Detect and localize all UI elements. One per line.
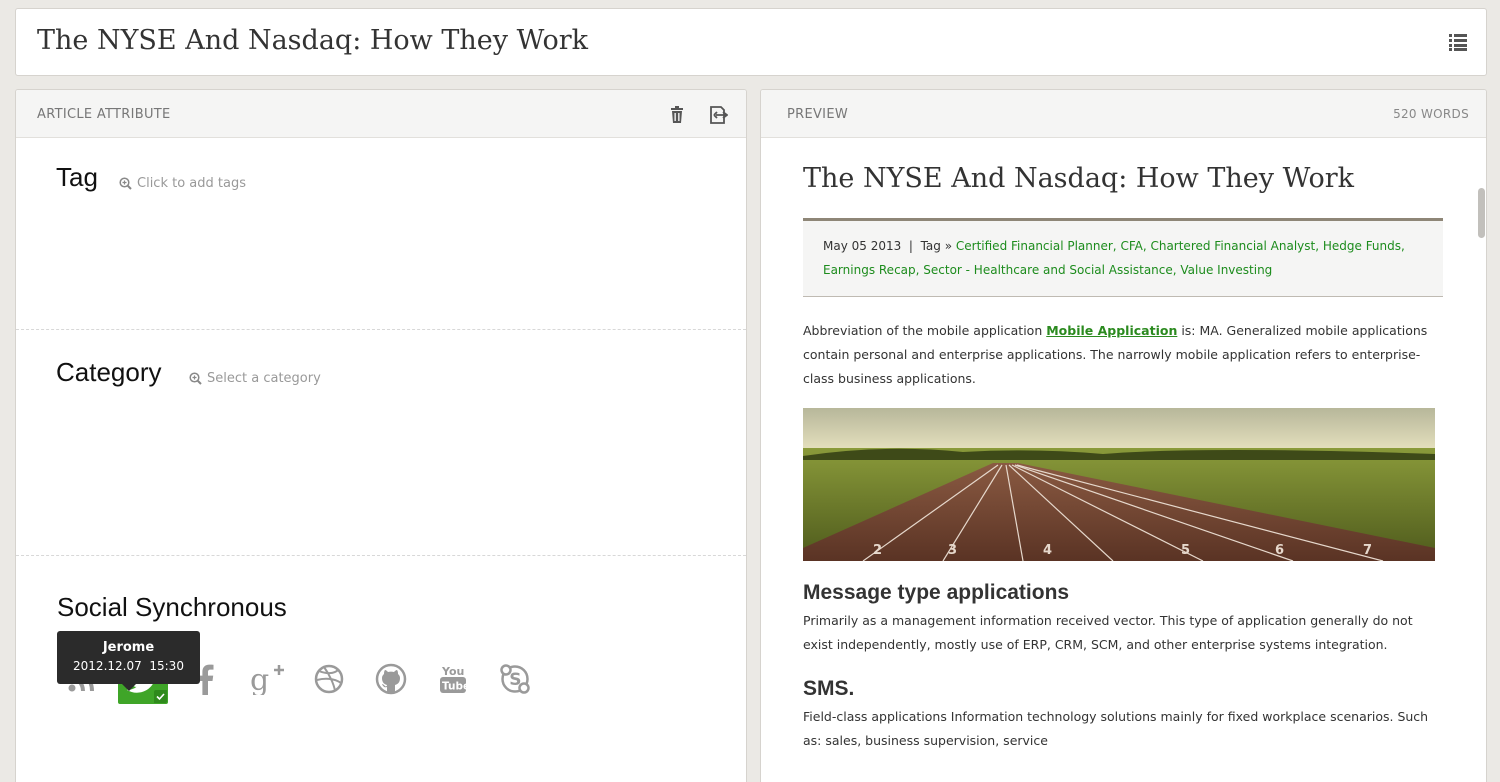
add-tags-link[interactable]: Click to add tags [119, 176, 246, 191]
tooltip-date: 2012.12.07 15:30 [73, 659, 184, 673]
tooltip-arrow [122, 684, 136, 691]
trash-icon[interactable] [667, 105, 687, 125]
intro-text-before: Abbreviation of the mobile application [803, 323, 1047, 338]
svg-text:7: 7 [1363, 543, 1372, 558]
export-icon[interactable] [708, 105, 728, 125]
svg-text:3: 3 [948, 543, 957, 558]
tooltip-user: Jerome [102, 640, 155, 655]
add-tags-label: Click to add tags [137, 176, 246, 191]
tag-section: Tag Click to add tags [16, 138, 746, 330]
svg-text:2: 2 [873, 543, 882, 558]
zoom-plus-icon [189, 372, 202, 385]
preview-panel: PREVIEW 520 WORDS The NYSE And Nasdaq: H… [760, 89, 1487, 782]
word-count: 520 WORDS [1393, 107, 1469, 121]
zoom-plus-icon [119, 177, 132, 190]
youtube-icon[interactable]: You Tube [428, 654, 478, 704]
article-title[interactable]: The NYSE And Nasdaq: How They Work [37, 25, 588, 56]
scrollbar-thumb[interactable] [1478, 188, 1485, 238]
svg-text:S: S [509, 670, 521, 690]
section1-text: Primarily as a management information re… [803, 613, 1413, 652]
svg-text:4: 4 [1043, 543, 1052, 558]
select-category-label: Select a category [207, 371, 321, 386]
svg-text:6: 6 [1275, 543, 1284, 558]
tag-title: Tag [56, 162, 98, 192]
svg-text:g: g [250, 663, 269, 695]
panel-header: ARTICLE ATTRIBUTE [16, 90, 746, 138]
github-icon[interactable] [366, 654, 416, 704]
skype-icon[interactable]: S [490, 654, 540, 704]
article-date: May 05 2013 [823, 239, 902, 253]
preview-heading: PREVIEW [787, 107, 848, 122]
intro-paragraph: Abbreviation of the mobile application M… [803, 319, 1443, 391]
preview-title: The NYSE And Nasdaq: How They Work [803, 163, 1355, 194]
social-title: Social Synchronous [57, 592, 287, 622]
section2-heading: SMS. [803, 677, 855, 700]
preview-scrollbar[interactable] [1476, 138, 1486, 782]
hero-image: 2 3 4 5 6 7 [803, 408, 1435, 561]
select-category-link[interactable]: Select a category [189, 371, 321, 386]
google-plus-icon[interactable]: g [242, 654, 292, 704]
list-icon[interactable] [1449, 33, 1467, 51]
preview-content: The NYSE And Nasdaq: How They Work May 0… [803, 138, 1443, 753]
preview-header: PREVIEW 520 WORDS [761, 90, 1486, 138]
section2-text: Field-class applications Information tec… [803, 709, 1429, 748]
category-section: Category Select a category [16, 330, 746, 556]
panel-heading: ARTICLE ATTRIBUTE [37, 107, 171, 122]
meta-separator: | [908, 239, 913, 253]
svg-text:You: You [441, 665, 464, 678]
svg-text:Tube: Tube [442, 681, 467, 693]
sync-tooltip: Jerome 2012.12.07 15:30 [57, 631, 200, 691]
checkmark-icon [154, 690, 167, 703]
dribbble-icon[interactable] [304, 654, 354, 704]
article-title-bar: The NYSE And Nasdaq: How They Work [15, 8, 1487, 76]
tag-label: Tag » [920, 239, 953, 253]
mobile-application-link[interactable]: Mobile Application [1046, 323, 1177, 338]
category-title: Category [56, 357, 162, 387]
section1-heading: Message type applications [803, 581, 1070, 604]
article-meta: May 05 2013 | Tag » Certified Financial … [803, 218, 1443, 297]
svg-text:5: 5 [1181, 543, 1190, 558]
